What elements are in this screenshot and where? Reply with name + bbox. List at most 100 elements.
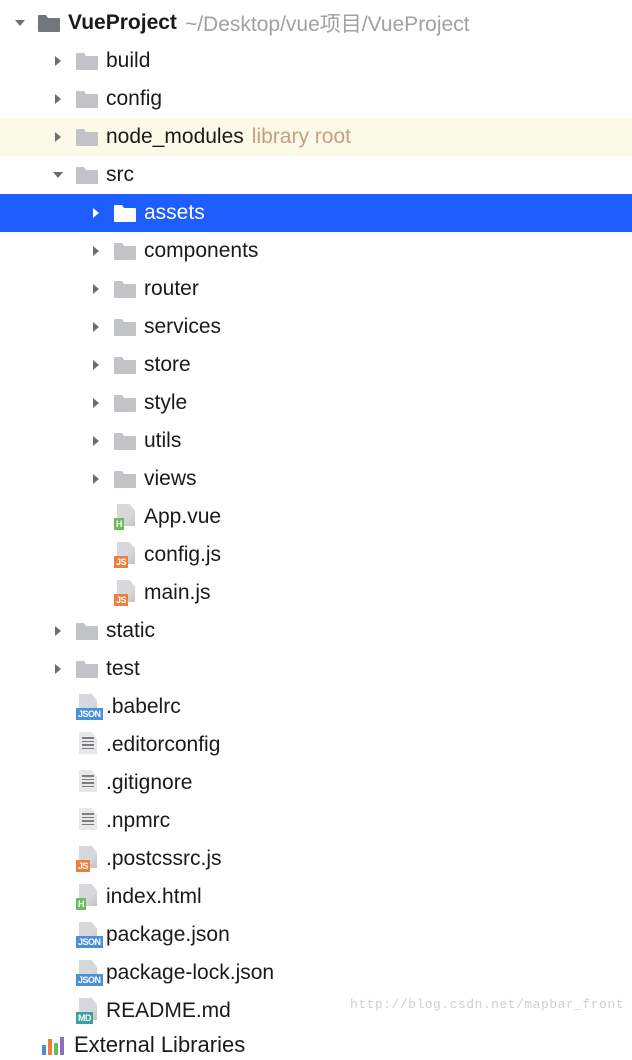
folder-icon (36, 10, 62, 36)
project-tree[interactable]: VueProject ~/Desktop/vue项目/VueProject buil… (0, 0, 632, 1030)
tree-item-label: store (144, 353, 191, 377)
tree-row[interactable]: router (0, 270, 632, 308)
watermark-text: http://blog.csdn.net/mapbar_front (350, 997, 624, 1012)
file-json-icon: JSON (74, 960, 100, 986)
chevron-right-icon[interactable] (48, 127, 68, 147)
tree-row[interactable]: JSONpackage-lock.json (0, 954, 632, 992)
tree-row[interactable]: VueProject ~/Desktop/vue项目/VueProject (0, 4, 632, 42)
chevron-right-icon[interactable] (86, 431, 106, 451)
tree-row[interactable]: JSmain.js (0, 574, 632, 612)
chevron-right-icon[interactable] (86, 469, 106, 489)
tree-item-label: test (106, 657, 140, 681)
tree-item-label: .postcssrc.js (106, 847, 222, 871)
tree-item-label: .npmrc (106, 809, 170, 833)
folder-icon (112, 276, 138, 302)
tree-item-label: router (144, 277, 199, 301)
tree-item-label: README.md (106, 999, 231, 1023)
tree-row[interactable]: assets (0, 194, 632, 232)
file-h-icon: H (74, 884, 100, 910)
tree-item-label: config (106, 87, 162, 111)
tree-item-label: views (144, 467, 197, 491)
chevron-right-icon[interactable] (86, 279, 106, 299)
file-md-icon: MD (74, 998, 100, 1024)
tree-item-label: config.js (144, 543, 221, 567)
folder-icon (74, 124, 100, 150)
folder-icon (112, 352, 138, 378)
tree-row[interactable]: store (0, 346, 632, 384)
tree-row[interactable]: JSON.babelrc (0, 688, 632, 726)
folder-icon (74, 48, 100, 74)
tree-row[interactable]: HApp.vue (0, 498, 632, 536)
folder-icon (112, 390, 138, 416)
tree-row[interactable]: views (0, 460, 632, 498)
tree-item-label: package.json (106, 923, 230, 947)
tree-item-label: static (106, 619, 155, 643)
file-js-icon: JS (112, 580, 138, 606)
folder-icon (74, 656, 100, 682)
tree-row[interactable]: src (0, 156, 632, 194)
tree-row[interactable]: JSconfig.js (0, 536, 632, 574)
tree-row[interactable]: components (0, 232, 632, 270)
tree-item-label: .gitignore (106, 771, 192, 795)
tree-row[interactable]: style (0, 384, 632, 422)
tree-row[interactable]: test (0, 650, 632, 688)
chevron-down-icon[interactable] (10, 13, 30, 33)
tree-item-label: components (144, 239, 258, 263)
tree-row[interactable]: .npmrc (0, 802, 632, 840)
chevron-right-icon[interactable] (48, 89, 68, 109)
chevron-right-icon[interactable] (48, 621, 68, 641)
tree-item-label: utils (144, 429, 181, 453)
tree-row[interactable]: config (0, 80, 632, 118)
tree-item-label: build (106, 49, 150, 73)
tree-item-label: style (144, 391, 187, 415)
folder-icon (112, 314, 138, 340)
folder-icon (74, 162, 100, 188)
tree-item-extra: ~/Desktop/vue项目/VueProject (185, 8, 470, 38)
chevron-right-icon[interactable] (48, 659, 68, 679)
tree-row[interactable]: static (0, 612, 632, 650)
chevron-right-icon[interactable] (86, 241, 106, 261)
tree-row[interactable]: utils (0, 422, 632, 460)
tree-row[interactable]: .gitignore (0, 764, 632, 802)
tree-item-label: index.html (106, 885, 202, 909)
tree-item-label: .babelrc (106, 695, 181, 719)
library-icon (42, 1035, 68, 1055)
tree-row[interactable]: Hindex.html (0, 878, 632, 916)
tree-item-label: App.vue (144, 505, 221, 529)
file-json-icon: JSON (74, 922, 100, 948)
file-text-icon (74, 732, 100, 758)
tree-item-extra: library root (252, 125, 351, 149)
file-js-icon: JS (112, 542, 138, 568)
chevron-right-icon[interactable] (86, 317, 106, 337)
tree-item-label: assets (144, 201, 205, 225)
tree-item-label: src (106, 163, 134, 187)
external-libraries-label: External Libraries (74, 1032, 245, 1058)
file-js-icon: JS (74, 846, 100, 872)
chevron-right-icon[interactable] (86, 393, 106, 413)
folder-icon (112, 466, 138, 492)
chevron-down-icon[interactable] (48, 165, 68, 185)
tree-item-label: main.js (144, 581, 211, 605)
external-libraries-row[interactable]: External Libraries (0, 1030, 632, 1060)
file-json-icon: JSON (74, 694, 100, 720)
tree-row[interactable]: services (0, 308, 632, 346)
file-text-icon (74, 808, 100, 834)
chevron-right-icon[interactable] (86, 355, 106, 375)
chevron-right-icon[interactable] (86, 203, 106, 223)
file-text-icon (74, 770, 100, 796)
chevron-right-icon[interactable] (48, 51, 68, 71)
tree-item-label: package-lock.json (106, 961, 274, 985)
folder-icon (112, 238, 138, 264)
folder-icon (74, 86, 100, 112)
folder-icon (74, 618, 100, 644)
tree-item-label: VueProject (68, 11, 177, 35)
tree-row[interactable]: node_modules library root (0, 118, 632, 156)
tree-row[interactable]: build (0, 42, 632, 80)
file-h-icon: H (112, 504, 138, 530)
tree-row[interactable]: JSONpackage.json (0, 916, 632, 954)
folder-icon (112, 200, 138, 226)
tree-item-label: node_modules (106, 125, 244, 149)
tree-row[interactable]: .editorconfig (0, 726, 632, 764)
tree-row[interactable]: JS.postcssrc.js (0, 840, 632, 878)
folder-icon (112, 428, 138, 454)
